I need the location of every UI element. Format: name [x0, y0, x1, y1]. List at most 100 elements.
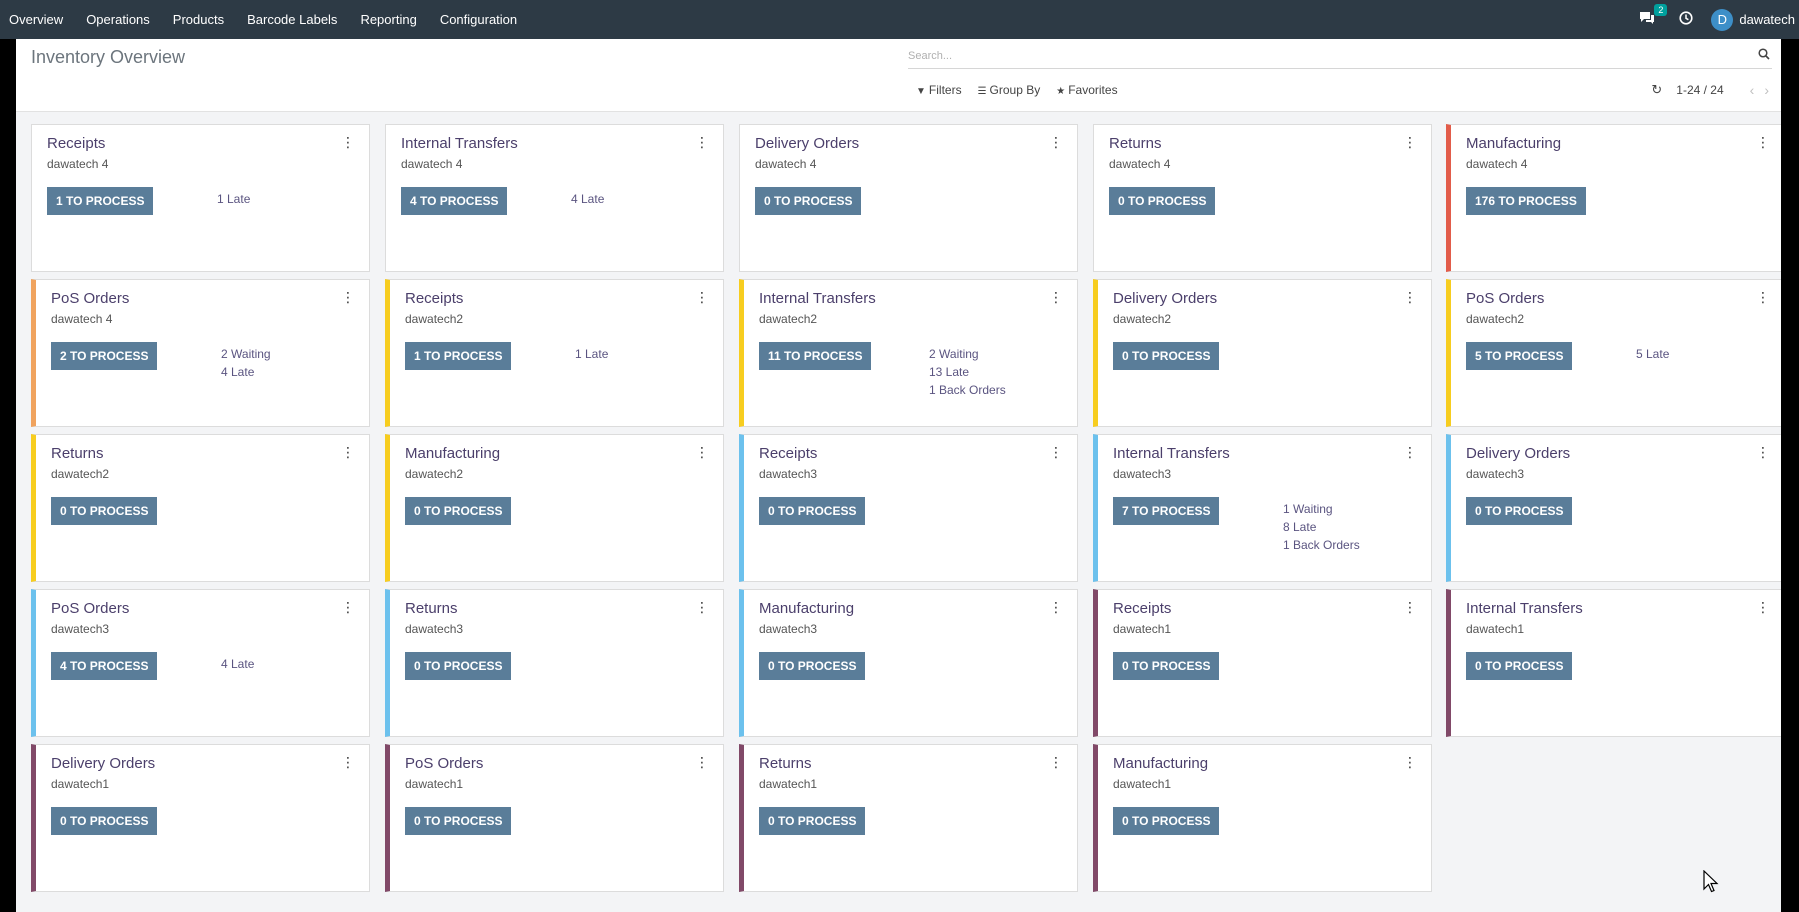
- to-process-button[interactable]: 1 TO PROCESS: [47, 187, 154, 215]
- card-menu-icon[interactable]: ⋮: [1049, 754, 1063, 771]
- card-title[interactable]: Manufacturing: [759, 600, 854, 617]
- to-process-button[interactable]: 0 TO PROCESS: [405, 807, 512, 835]
- card-menu-icon[interactable]: ⋮: [695, 289, 709, 306]
- operation-type-card[interactable]: Delivery Orders dawatech3 ⋮ 0 TO PROCESS: [1446, 434, 1785, 582]
- to-process-button[interactable]: 0 TO PROCESS: [405, 652, 512, 680]
- activity-clock-icon[interactable]: [1679, 10, 1693, 29]
- card-menu-icon[interactable]: ⋮: [1403, 134, 1417, 151]
- operation-type-card[interactable]: Internal Transfers dawatech2 ⋮ 11 TO PROCES…: [739, 279, 1078, 427]
- operation-type-card[interactable]: Receipts dawatech1 ⋮ 0 TO PROCESS: [1093, 589, 1432, 737]
- card-title[interactable]: Receipts: [47, 135, 105, 152]
- to-process-button[interactable]: 0 TO PROCESS: [51, 497, 158, 525]
- menu-operations[interactable]: Operations: [86, 12, 150, 27]
- card-menu-icon[interactable]: ⋮: [1049, 289, 1063, 306]
- to-process-button[interactable]: 0 TO PROCESS: [759, 497, 866, 525]
- card-stat-link[interactable]: 1 Late: [575, 345, 608, 363]
- to-process-button[interactable]: 0 TO PROCESS: [755, 187, 862, 215]
- card-stat-link[interactable]: 2 Waiting: [929, 345, 1006, 363]
- card-title[interactable]: Manufacturing: [405, 445, 500, 462]
- card-menu-icon[interactable]: ⋮: [1756, 444, 1770, 461]
- refresh-icon[interactable]: ↻: [1651, 82, 1662, 98]
- card-menu-icon[interactable]: ⋮: [341, 134, 355, 151]
- to-process-button[interactable]: 0 TO PROCESS: [1109, 187, 1216, 215]
- to-process-button[interactable]: 4 TO PROCESS: [51, 652, 158, 680]
- operation-type-card[interactable]: Delivery Orders dawatech 4 ⋮ 0 TO PROCESS: [739, 124, 1078, 272]
- operation-type-card[interactable]: Internal Transfers dawatech 4 ⋮ 4 TO PROCES…: [385, 124, 724, 272]
- operation-type-card[interactable]: Manufacturing dawatech1 ⋮ 0 TO PROCESS: [1093, 744, 1432, 892]
- to-process-button[interactable]: 176 TO PROCESS: [1466, 187, 1586, 215]
- menu-overview[interactable]: Overview: [9, 12, 63, 27]
- card-title[interactable]: Receipts: [1113, 600, 1171, 617]
- card-title[interactable]: Manufacturing: [1466, 135, 1561, 152]
- to-process-button[interactable]: 2 TO PROCESS: [51, 342, 158, 370]
- card-title[interactable]: Delivery Orders: [1113, 290, 1217, 307]
- card-stat-link[interactable]: 1 Late: [217, 190, 250, 208]
- to-process-button[interactable]: 0 TO PROCESS: [405, 497, 512, 525]
- card-stat-link[interactable]: 1 Waiting: [1283, 500, 1360, 518]
- card-stat-link[interactable]: 4 Late: [221, 655, 254, 673]
- card-title[interactable]: PoS Orders: [51, 290, 129, 307]
- to-process-button[interactable]: 0 TO PROCESS: [1113, 342, 1220, 370]
- card-menu-icon[interactable]: ⋮: [1403, 444, 1417, 461]
- menu-barcode-labels[interactable]: Barcode Labels: [247, 12, 337, 27]
- pager-next-icon[interactable]: ›: [1764, 82, 1769, 98]
- menu-reporting[interactable]: Reporting: [360, 12, 416, 27]
- card-title[interactable]: Receipts: [405, 290, 463, 307]
- to-process-button[interactable]: 0 TO PROCESS: [1466, 497, 1573, 525]
- card-title[interactable]: Delivery Orders: [755, 135, 859, 152]
- card-menu-icon[interactable]: ⋮: [695, 754, 709, 771]
- card-title[interactable]: Internal Transfers: [1466, 600, 1583, 617]
- card-menu-icon[interactable]: ⋮: [341, 754, 355, 771]
- card-title[interactable]: Internal Transfers: [401, 135, 518, 152]
- to-process-button[interactable]: 11 TO PROCESS: [759, 342, 872, 370]
- search-input[interactable]: Search...: [908, 45, 1772, 69]
- card-menu-icon[interactable]: ⋮: [1049, 134, 1063, 151]
- card-title[interactable]: Delivery Orders: [51, 755, 155, 772]
- card-stat-link[interactable]: 5 Late: [1636, 345, 1669, 363]
- operation-type-card[interactable]: PoS Orders dawatech3 ⋮ 4 TO PROCESS 4 Late: [31, 589, 370, 737]
- card-title[interactable]: Manufacturing: [1113, 755, 1208, 772]
- operation-type-card[interactable]: Returns dawatech2 ⋮ 0 TO PROCESS: [31, 434, 370, 582]
- card-menu-icon[interactable]: ⋮: [695, 134, 709, 151]
- card-menu-icon[interactable]: ⋮: [695, 599, 709, 616]
- card-menu-icon[interactable]: ⋮: [341, 289, 355, 306]
- card-menu-icon[interactable]: ⋮: [1403, 599, 1417, 616]
- to-process-button[interactable]: 0 TO PROCESS: [51, 807, 158, 835]
- card-menu-icon[interactable]: ⋮: [1049, 444, 1063, 461]
- user-avatar[interactable]: D: [1711, 8, 1734, 31]
- pager-counter[interactable]: 1-24 / 24: [1676, 83, 1723, 97]
- card-menu-icon[interactable]: ⋮: [1403, 289, 1417, 306]
- menu-products[interactable]: Products: [173, 12, 224, 27]
- operation-type-card[interactable]: PoS Orders dawatech 4 ⋮ 2 TO PROCESS 2 Waiti…: [31, 279, 370, 427]
- card-title[interactable]: Returns: [405, 600, 458, 617]
- card-title[interactable]: Receipts: [759, 445, 817, 462]
- card-stat-link[interactable]: 13 Late: [929, 363, 1006, 381]
- favorites-button[interactable]: ★ Favorites: [1056, 83, 1117, 97]
- card-stat-link[interactable]: 2 Waiting: [221, 345, 271, 363]
- operation-type-card[interactable]: Returns dawatech1 ⋮ 0 TO PROCESS: [739, 744, 1078, 892]
- to-process-button[interactable]: 0 TO PROCESS: [1466, 652, 1573, 680]
- operation-type-card[interactable]: Delivery Orders dawatech1 ⋮ 0 TO PROCESS: [31, 744, 370, 892]
- to-process-button[interactable]: 0 TO PROCESS: [759, 807, 866, 835]
- messages-icon[interactable]: 2: [1639, 3, 1668, 29]
- operation-type-card[interactable]: Manufacturing dawatech3 ⋮ 0 TO PROCESS: [739, 589, 1078, 737]
- card-stat-link[interactable]: 4 Late: [221, 363, 271, 381]
- operation-type-card[interactable]: PoS Orders dawatech1 ⋮ 0 TO PROCESS: [385, 744, 724, 892]
- operation-type-card[interactable]: Receipts dawatech 4 ⋮ 1 TO PROCESS 1 Late: [31, 124, 370, 272]
- card-stat-link[interactable]: 1 Back Orders: [929, 381, 1006, 399]
- card-title[interactable]: PoS Orders: [51, 600, 129, 617]
- card-menu-icon[interactable]: ⋮: [1756, 289, 1770, 306]
- filters-button[interactable]: ▼ Filters: [916, 83, 962, 97]
- search-icon[interactable]: [1758, 48, 1770, 63]
- operation-type-card[interactable]: Receipts dawatech2 ⋮ 1 TO PROCESS 1 Late: [385, 279, 724, 427]
- card-menu-icon[interactable]: ⋮: [1756, 134, 1770, 151]
- card-stat-link[interactable]: 8 Late: [1283, 518, 1360, 536]
- to-process-button[interactable]: 0 TO PROCESS: [759, 652, 866, 680]
- operation-type-card[interactable]: Internal Transfers dawatech3 ⋮ 7 TO PROCESS…: [1093, 434, 1432, 582]
- card-title[interactable]: Returns: [1109, 135, 1162, 152]
- card-title[interactable]: Internal Transfers: [759, 290, 876, 307]
- card-title[interactable]: PoS Orders: [405, 755, 483, 772]
- menu-configuration[interactable]: Configuration: [440, 12, 517, 27]
- operation-type-card[interactable]: Returns dawatech3 ⋮ 0 TO PROCESS: [385, 589, 724, 737]
- card-menu-icon[interactable]: ⋮: [341, 444, 355, 461]
